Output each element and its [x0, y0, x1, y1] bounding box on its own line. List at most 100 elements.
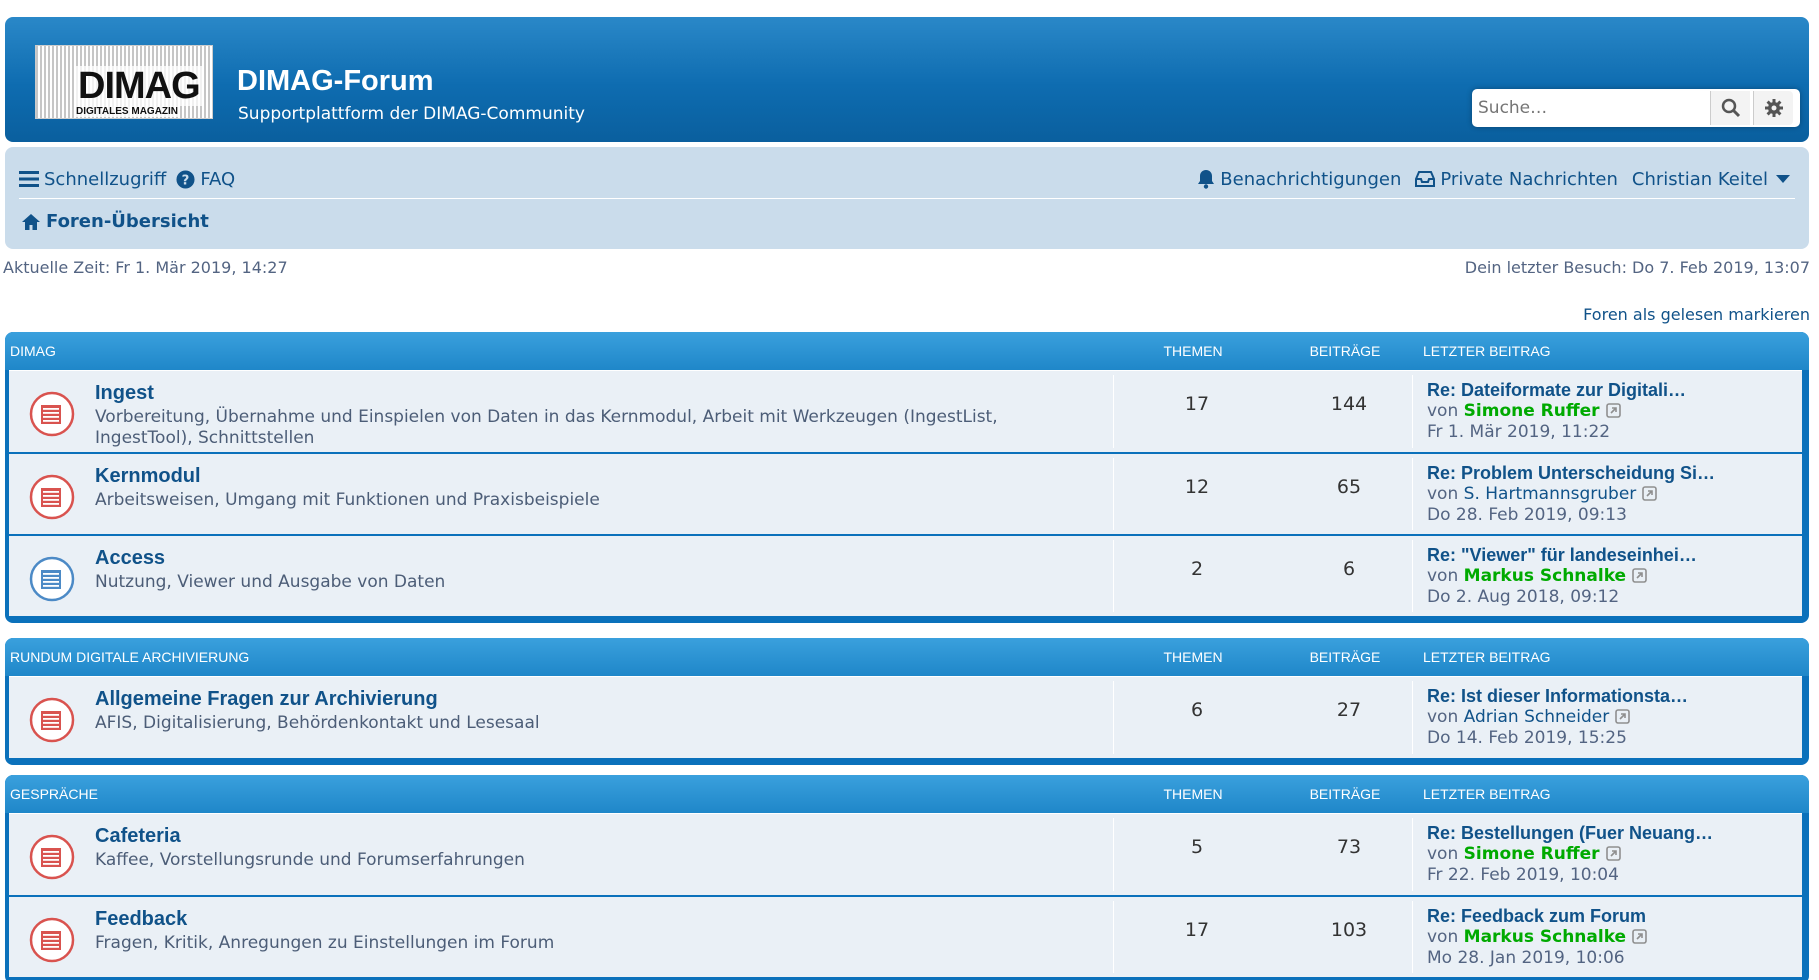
last-post-by: von — [1427, 484, 1459, 504]
private-messages-link[interactable]: Private Nachrichten — [1415, 169, 1618, 190]
topic-count: 5 — [1190, 836, 1204, 858]
last-post-date: Fr 22. Feb 2019, 10:04 — [1427, 865, 1619, 885]
home-icon — [22, 213, 40, 230]
forum-row: Feedback Fragen, Kritik, Anregungen zu Ei… — [9, 895, 1802, 977]
column-posts: BEITRÄGE — [1309, 343, 1381, 359]
last-post-date: Do 14. Feb 2019, 15:25 — [1427, 728, 1627, 748]
nav-divider — [19, 198, 1795, 199]
post-count: 103 — [1330, 919, 1368, 941]
forum-row: Access Nutzung, Viewer und Ausgabe von Da… — [9, 534, 1802, 616]
user-menu[interactable]: Christian Keitel — [1632, 169, 1795, 190]
last-visit: Dein letzter Besuch: Do 7. Feb 2019, 13:… — [1464, 258, 1810, 277]
last-post: Re: Feedback zum Forum von Markus Schnalk… — [1427, 906, 1647, 969]
post-count: 27 — [1336, 699, 1362, 721]
forum-status-icon — [29, 391, 75, 437]
category-title[interactable]: GESPRÄCHE — [10, 786, 98, 802]
forum-title-link[interactable]: Ingest — [95, 382, 154, 405]
last-post: Re: Problem Unterscheidung Si… von S. Har… — [1427, 463, 1715, 526]
quick-access-menu[interactable]: Schnellzugriff — [19, 169, 166, 190]
goto-post-icon[interactable] — [1642, 486, 1658, 501]
forum-title-link[interactable]: Access — [95, 547, 165, 570]
site-description: Supportplattform der DIMAG-Community — [238, 104, 585, 124]
forum-row: Ingest Vorbereitung, Übernahme und Einspi… — [9, 370, 1802, 452]
last-post-title-link[interactable]: Re: Bestellungen (Fuer Neuang… — [1427, 823, 1713, 844]
column-last-post: LETZTER BEITRAG — [1423, 649, 1551, 665]
logo-subtext: DIGITALES MAGAZIN — [76, 106, 179, 117]
forum-title-link[interactable]: Feedback — [95, 908, 187, 931]
last-post-date: Do 2. Aug 2018, 09:12 — [1427, 587, 1620, 607]
gear-icon — [1764, 99, 1783, 117]
goto-post-icon[interactable] — [1632, 568, 1647, 583]
search-button[interactable] — [1710, 91, 1750, 125]
username: Christian Keitel — [1631, 168, 1768, 190]
caret-down-icon — [1776, 175, 1790, 183]
last-post-date: Fr 1. Mär 2019, 11:22 — [1427, 422, 1611, 442]
navbar: Schnellzugriff ? FAQ Benachrichtigungen … — [5, 147, 1809, 249]
category-title[interactable]: RUNDUM DIGITALE ARCHIVIERUNG — [10, 649, 249, 665]
last-post-author-link[interactable]: Markus Schnalke — [1464, 927, 1626, 947]
forum-row: Cafeteria Kaffee, Vorstellungsrunde und F… — [9, 813, 1802, 895]
forum-status-icon — [29, 834, 75, 880]
last-post-title-link[interactable]: Re: "Viewer" für landeseinhei… — [1427, 545, 1697, 566]
category-title[interactable]: DIMAG — [10, 343, 56, 359]
forum-title-link[interactable]: Cafeteria — [95, 825, 181, 848]
breadcrumb-label: Foren-Übersicht — [46, 211, 209, 232]
column-topics: THEMEN — [1163, 343, 1223, 359]
last-post-author-link[interactable]: Simone Ruffer — [1464, 401, 1600, 421]
goto-post-icon[interactable] — [1632, 929, 1647, 944]
inbox-icon — [1415, 171, 1436, 187]
forum-title-link[interactable]: Kernmodul — [95, 465, 201, 488]
last-post: Re: "Viewer" für landeseinhei… von Markus… — [1427, 545, 1697, 608]
forum-category: GESPRÄCHE THEMEN BEITRÄGE LETZTER BEITRA… — [5, 775, 1809, 980]
advanced-search-button[interactable] — [1753, 91, 1793, 125]
mark-forums-read-link[interactable]: Foren als gelesen markieren — [1583, 305, 1810, 324]
site-header: DIMAG DIGITALES MAGAZIN DIMAG-Forum Supp… — [5, 17, 1809, 142]
last-post: Re: Dateiformate zur Digitali… von Simone… — [1427, 380, 1686, 443]
post-count: 6 — [1342, 558, 1356, 580]
breadcrumb[interactable]: Foren-Übersicht — [21, 211, 209, 232]
faq-link[interactable]: ? FAQ — [176, 169, 235, 190]
notifications-link[interactable]: Benachrichtigungen — [1197, 169, 1401, 190]
forum-row: Allgemeine Fragen zur Archivierung AFIS, … — [9, 676, 1802, 758]
topic-count: 17 — [1184, 919, 1210, 941]
forum-description: Kaffee, Vorstellungsrunde und Forumserfa… — [95, 850, 525, 870]
last-post-title-link[interactable]: Re: Problem Unterscheidung Si… — [1427, 463, 1715, 484]
goto-post-icon[interactable] — [1615, 709, 1631, 724]
question-circle-icon: ? — [176, 169, 195, 189]
column-last-post: LETZTER BEITRAG — [1423, 786, 1551, 802]
last-post-author-link[interactable]: Simone Ruffer — [1464, 844, 1600, 864]
quick-access-label: Schnellzugriff — [44, 168, 167, 190]
search-input[interactable] — [1472, 89, 1710, 127]
last-post-author-link[interactable]: S. Hartmannsgruber — [1464, 484, 1637, 504]
forum-status-icon — [29, 556, 75, 602]
column-topics: THEMEN — [1163, 649, 1223, 665]
last-post: Re: Bestellungen (Fuer Neuang… von Simone… — [1427, 823, 1713, 886]
search-box — [1472, 89, 1800, 127]
forum-title-link[interactable]: Allgemeine Fragen zur Archivierung — [95, 688, 438, 711]
column-posts: BEITRÄGE — [1309, 649, 1381, 665]
faq-label: FAQ — [200, 168, 236, 190]
site-title[interactable]: DIMAG-Forum — [237, 65, 434, 98]
topic-count: 6 — [1190, 699, 1204, 721]
last-post-title-link[interactable]: Re: Dateiformate zur Digitali… — [1427, 380, 1686, 401]
last-post-author-link[interactable]: Adrian Schneider — [1464, 707, 1610, 727]
forum-row: Kernmodul Arbeitsweisen, Umgang mit Funkt… — [9, 452, 1802, 534]
forum-status-icon — [29, 917, 75, 963]
topic-count: 17 — [1184, 393, 1210, 415]
search-icon — [1721, 98, 1740, 118]
last-post-title-link[interactable]: Re: Feedback zum Forum — [1427, 906, 1647, 927]
current-time: Aktuelle Zeit: Fr 1. Mär 2019, 14:27 — [3, 258, 288, 277]
forum-description: Vorbereitung, Übernahme und Einspielen v… — [95, 407, 998, 448]
last-post-date: Mo 28. Jan 2019, 10:06 — [1427, 948, 1625, 968]
forum-description: Nutzung, Viewer und Ausgabe von Daten — [95, 572, 446, 592]
last-post-author-link[interactable]: Markus Schnalke — [1464, 566, 1626, 586]
site-logo[interactable]: DIMAG DIGITALES MAGAZIN — [35, 45, 213, 119]
goto-post-icon[interactable] — [1605, 403, 1621, 418]
forum-status-icon — [29, 697, 75, 743]
goto-post-icon[interactable] — [1605, 846, 1621, 861]
forum-category: DIMAG THEMEN BEITRÄGE LETZTER BEITRAG In… — [5, 332, 1809, 623]
last-post-title-link[interactable]: Re: Ist dieser Informationsta… — [1427, 686, 1688, 707]
topic-count: 2 — [1190, 558, 1204, 580]
forum-description: AFIS, Digitalisierung, Behördenkontakt u… — [95, 713, 540, 733]
last-post-by: von — [1427, 707, 1459, 727]
